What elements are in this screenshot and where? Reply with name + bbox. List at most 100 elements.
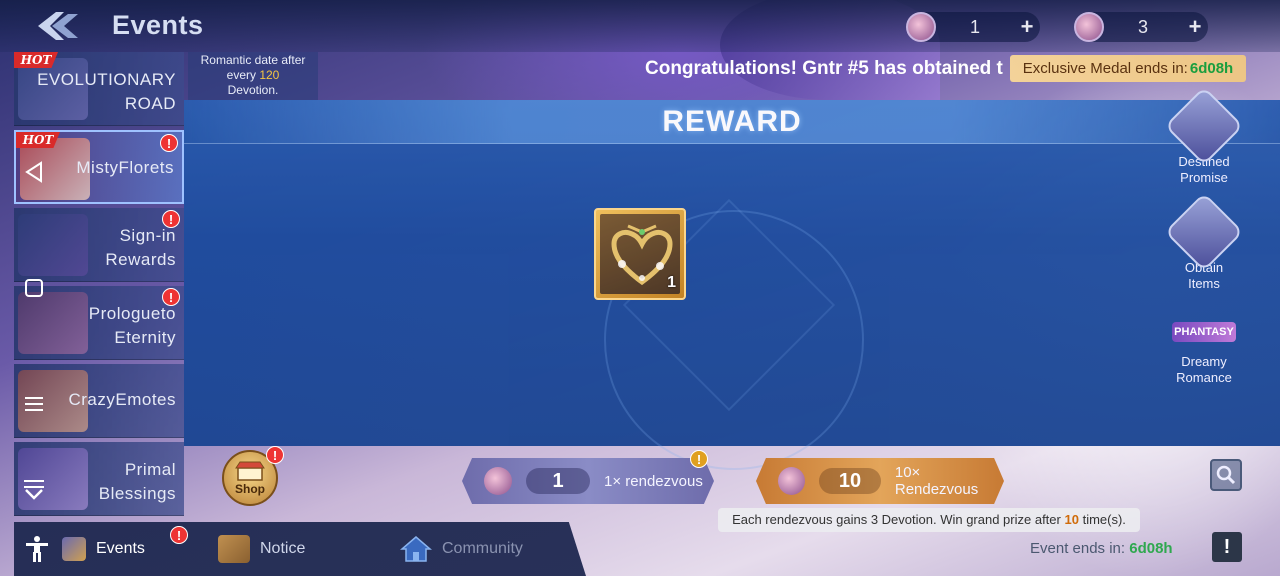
shop-label: Shop bbox=[235, 482, 265, 496]
search-button[interactable] bbox=[1210, 459, 1242, 491]
rose-currency-icon bbox=[484, 467, 512, 495]
tooltip-text: Each rendezvous gains 3 Devotion. Win gr… bbox=[732, 512, 1061, 527]
back-arrow-icon bbox=[38, 12, 78, 40]
currency-value: 3 bbox=[1137, 16, 1148, 37]
accessibility-person-icon bbox=[26, 536, 48, 562]
triangle-back-icon bbox=[25, 161, 42, 183]
floating-home-button[interactable] bbox=[18, 272, 50, 304]
medal-banner-timer: 6d08h bbox=[1189, 60, 1234, 77]
alert-badge: ! bbox=[160, 134, 178, 152]
sidebar-item-label: Sign-in Rewards bbox=[105, 224, 176, 272]
floating-menu-button[interactable] bbox=[18, 388, 50, 420]
currency-token-counter: 3 + bbox=[1074, 12, 1208, 42]
reward-item-slot[interactable]: 1 bbox=[594, 208, 686, 300]
sidebar-item-label: EVOLUTIONARY ROAD bbox=[37, 68, 176, 116]
shop-button[interactable]: Shop ! bbox=[222, 446, 284, 506]
tab-label: Events bbox=[96, 540, 145, 557]
square-home-icon bbox=[25, 279, 43, 297]
page-title: Events bbox=[112, 10, 204, 40]
devotion-tooltip: Each rendezvous gains 3 Devotion. Win gr… bbox=[718, 508, 1140, 532]
sidebar-label-line2: ROAD bbox=[124, 94, 176, 113]
romantic-note-amount: 120 bbox=[259, 68, 280, 82]
home-community-icon bbox=[400, 536, 432, 562]
bottom-nav: Events ! Notice Community bbox=[14, 522, 586, 576]
announcement-marquee: Congratulations! Gntr #5 has obtained t bbox=[645, 58, 1003, 79]
currency-rose-counter: 1 + bbox=[906, 12, 1040, 42]
phantasy-badge: PHANTASY bbox=[1172, 322, 1236, 342]
sidebar-label-line1: Primal bbox=[124, 460, 176, 479]
event-end-timer: Event ends in: 6d08h bbox=[1030, 540, 1173, 557]
add-token-button[interactable]: + bbox=[1182, 14, 1208, 40]
floating-collapse-button[interactable] bbox=[18, 474, 50, 506]
side-event-dreamy-romance[interactable]: PHANTASY Dreamy Romance bbox=[1166, 310, 1242, 386]
rose-currency-icon bbox=[778, 467, 806, 495]
rendezvous-label: 1× rendezvous bbox=[604, 472, 703, 490]
side-event-label-line2: Items bbox=[1188, 276, 1220, 291]
event-end-time: 6d08h bbox=[1129, 540, 1173, 557]
tab-events[interactable]: Events ! bbox=[22, 522, 188, 576]
sidebar-label-line2: Blessings bbox=[98, 484, 176, 503]
romantic-date-note: Romantic date after every 120 Devotion. bbox=[188, 52, 318, 100]
alert-badge: ! bbox=[690, 450, 708, 468]
tooltip-times: 10 bbox=[1064, 512, 1079, 527]
collapse-down-icon bbox=[24, 480, 44, 500]
romantic-note-line3: Devotion. bbox=[227, 83, 279, 97]
side-event-label-line2: Promise bbox=[1180, 170, 1228, 185]
rose-token-icon bbox=[1074, 12, 1104, 42]
events-tab-icon bbox=[62, 537, 86, 561]
romantic-note-every: every bbox=[226, 68, 256, 82]
tooltip-text-end: time(s). bbox=[1082, 512, 1126, 527]
notice-board-icon bbox=[218, 535, 250, 563]
side-event-label: Dreamy Romance bbox=[1166, 354, 1242, 386]
exclusive-medal-banner[interactable]: Exclusive Medal ends in: 6d08h bbox=[1010, 55, 1246, 82]
romantic-note-line2: every 120 bbox=[188, 68, 318, 83]
sidebar-label-line1: EVOLUTIONARY bbox=[37, 70, 176, 89]
medal-banner-label: Exclusive Medal ends in: bbox=[1022, 60, 1188, 77]
tab-label: Community bbox=[442, 540, 523, 557]
tab-label: Notice bbox=[260, 540, 306, 557]
sidebar-item-label: MistyFlorets bbox=[76, 158, 174, 177]
side-event-label-line2: Romance bbox=[1176, 370, 1232, 385]
event-info-button[interactable]: ! bbox=[1212, 532, 1242, 562]
reward-item-frame: 1 bbox=[600, 214, 680, 294]
sidebar-label-line1: Sign-in bbox=[119, 226, 176, 245]
search-icon bbox=[1216, 465, 1236, 485]
event-thumbnail bbox=[18, 214, 88, 276]
phantasy-badge-wrap: PHANTASY bbox=[1166, 310, 1242, 354]
rendezvous-cost: 1 bbox=[526, 468, 590, 494]
rendezvous-label: 10× Rendezvous bbox=[894, 464, 979, 498]
currency-value: 1 bbox=[969, 16, 980, 37]
alert-badge: ! bbox=[266, 446, 284, 464]
reward-quantity: 1 bbox=[667, 274, 676, 291]
romantic-note-line1: Romantic date after bbox=[200, 53, 306, 67]
hot-badge: HOT bbox=[16, 132, 60, 148]
reward-header: REWARD bbox=[184, 100, 1280, 144]
side-event-destined-promise[interactable]: Destined Promise bbox=[1164, 86, 1244, 186]
event-end-label: Event ends in: bbox=[1030, 540, 1126, 557]
sidebar-item-label: Primal Blessings bbox=[99, 458, 176, 506]
add-currency-button[interactable]: + bbox=[1014, 14, 1040, 40]
rendezvous-cost: 10 bbox=[819, 468, 881, 494]
sidebar-label-line1: Prologueto bbox=[88, 304, 176, 323]
sidebar-item-evolutionary-road[interactable]: HOT EVOLUTIONARY ROAD bbox=[14, 52, 184, 126]
rendezvous-ten-button[interactable]: 10 10× Rendezvous bbox=[756, 458, 1004, 504]
side-event-obtain-items[interactable]: Obtain Items bbox=[1164, 192, 1244, 292]
floating-back-button[interactable] bbox=[18, 156, 50, 188]
hamburger-menu-icon bbox=[25, 397, 43, 411]
sidebar-label-line2: Rewards bbox=[105, 250, 176, 269]
top-bar: Events 1 + 3 + bbox=[0, 0, 1280, 52]
reward-title: REWARD bbox=[662, 105, 802, 138]
tab-notice[interactable]: Notice bbox=[218, 522, 305, 576]
sidebar-item-label: Prologueto Eternity bbox=[89, 302, 176, 350]
back-button[interactable] bbox=[32, 8, 84, 44]
side-event-label-line1: Dreamy bbox=[1181, 354, 1227, 369]
reward-dialog[interactable]: REWARD 1 bbox=[184, 100, 1280, 470]
tab-community[interactable]: Community bbox=[400, 522, 523, 576]
sidebar-item-sign-in-rewards[interactable]: ! Sign-in Rewards bbox=[14, 208, 184, 282]
rendezvous-once-button[interactable]: 1 1× rendezvous ! bbox=[462, 450, 714, 504]
alert-badge: ! bbox=[170, 526, 188, 544]
shop-stall-icon bbox=[235, 461, 265, 481]
sidebar-label-line2: Eternity bbox=[114, 328, 176, 347]
rose-currency-icon bbox=[906, 12, 936, 42]
hot-badge: HOT bbox=[14, 52, 58, 68]
